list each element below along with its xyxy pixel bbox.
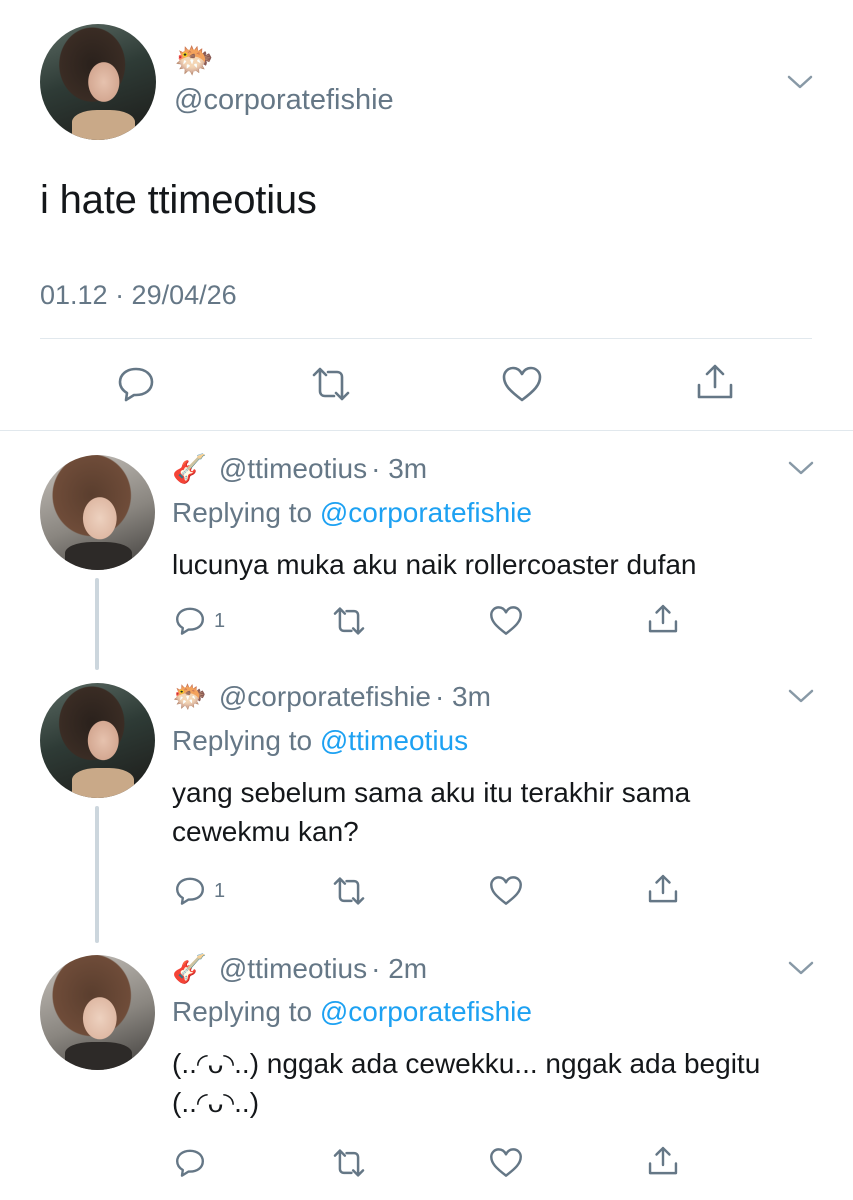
- like-icon[interactable]: [488, 1146, 524, 1179]
- chevron-down-icon[interactable]: [786, 686, 816, 706]
- share-icon[interactable]: [694, 361, 736, 403]
- reply-time: · 2m: [371, 953, 428, 984]
- reply-handle[interactable]: @corporatefishie: [219, 681, 431, 712]
- main-handle[interactable]: @corporatefishie: [174, 84, 394, 117]
- replying-to: Replying to @corporatefishie: [172, 497, 532, 529]
- chevron-down-icon[interactable]: [786, 958, 816, 978]
- like-icon[interactable]: [488, 874, 524, 907]
- reply-time: · 3m: [371, 453, 428, 484]
- thread-line: [95, 578, 99, 670]
- reply-header: 🎸 @ttimeotius · 3m: [172, 452, 427, 485]
- emoji-guitar: 🎸: [172, 453, 207, 484]
- chevron-down-icon[interactable]: [785, 72, 815, 92]
- emoji-guitar: 🎸: [172, 953, 207, 984]
- share-icon[interactable]: [646, 602, 680, 636]
- reply-text: yang sebelum sama aku itu terakhir sama …: [172, 777, 691, 847]
- share-icon[interactable]: [646, 872, 680, 906]
- reply-handle[interactable]: @ttimeotius: [219, 453, 367, 484]
- reply-icon[interactable]: [116, 363, 156, 403]
- replying-prefix: Replying to: [172, 497, 320, 528]
- avatar-ttimeotius[interactable]: [40, 955, 155, 1070]
- reply-text: lucunya muka aku naik rollercoaster dufa…: [172, 549, 697, 580]
- mention-link[interactable]: @ttimeotius: [320, 725, 468, 756]
- avatar-corporatefishie[interactable]: [40, 24, 156, 140]
- reply-text: (..◜ᴗ◝..) nggak ada cewekku... nggak ada…: [172, 1048, 761, 1118]
- reply-icon[interactable]: [174, 874, 206, 906]
- mention-link[interactable]: @corporatefishie: [320, 497, 532, 528]
- divider: [0, 430, 853, 431]
- like-icon[interactable]: [500, 364, 544, 404]
- reply-icon[interactable]: [174, 1146, 206, 1178]
- reply-header: 🐡 @corporatefishie · 3m: [172, 680, 491, 713]
- mention-link[interactable]: @corporatefishie: [320, 996, 532, 1027]
- retweet-icon[interactable]: [308, 365, 354, 403]
- emoji-pufferfish: 🐡: [174, 42, 214, 78]
- retweet-icon[interactable]: [330, 605, 368, 637]
- replying-to: Replying to @corporatefishie: [172, 996, 532, 1028]
- reply-icon[interactable]: [174, 604, 206, 636]
- replying-to: Replying to @ttimeotius: [172, 725, 468, 757]
- reply-header: 🎸 @ttimeotius · 2m: [172, 952, 427, 985]
- thread-line: [95, 806, 99, 943]
- reply-count: 1: [214, 880, 226, 902]
- retweet-icon[interactable]: [330, 875, 368, 907]
- share-icon[interactable]: [646, 1144, 680, 1178]
- divider: [40, 338, 812, 339]
- reply-time: · 3m: [434, 681, 491, 712]
- emoji-pufferfish: 🐡: [172, 681, 207, 712]
- like-icon[interactable]: [488, 604, 524, 637]
- chevron-down-icon[interactable]: [786, 458, 816, 478]
- replying-prefix: Replying to: [172, 996, 320, 1027]
- reply-handle[interactable]: @ttimeotius: [219, 953, 367, 984]
- retweet-icon[interactable]: [330, 1147, 368, 1179]
- avatar-ttimeotius[interactable]: [40, 455, 155, 570]
- reply-count: 1: [214, 610, 226, 632]
- replying-prefix: Replying to: [172, 725, 320, 756]
- avatar-corporatefishie[interactable]: [40, 683, 155, 798]
- main-tweet-text: i hate ttimeotius: [40, 178, 317, 222]
- main-timestamp: 01.12 · 29/04/26: [40, 280, 237, 310]
